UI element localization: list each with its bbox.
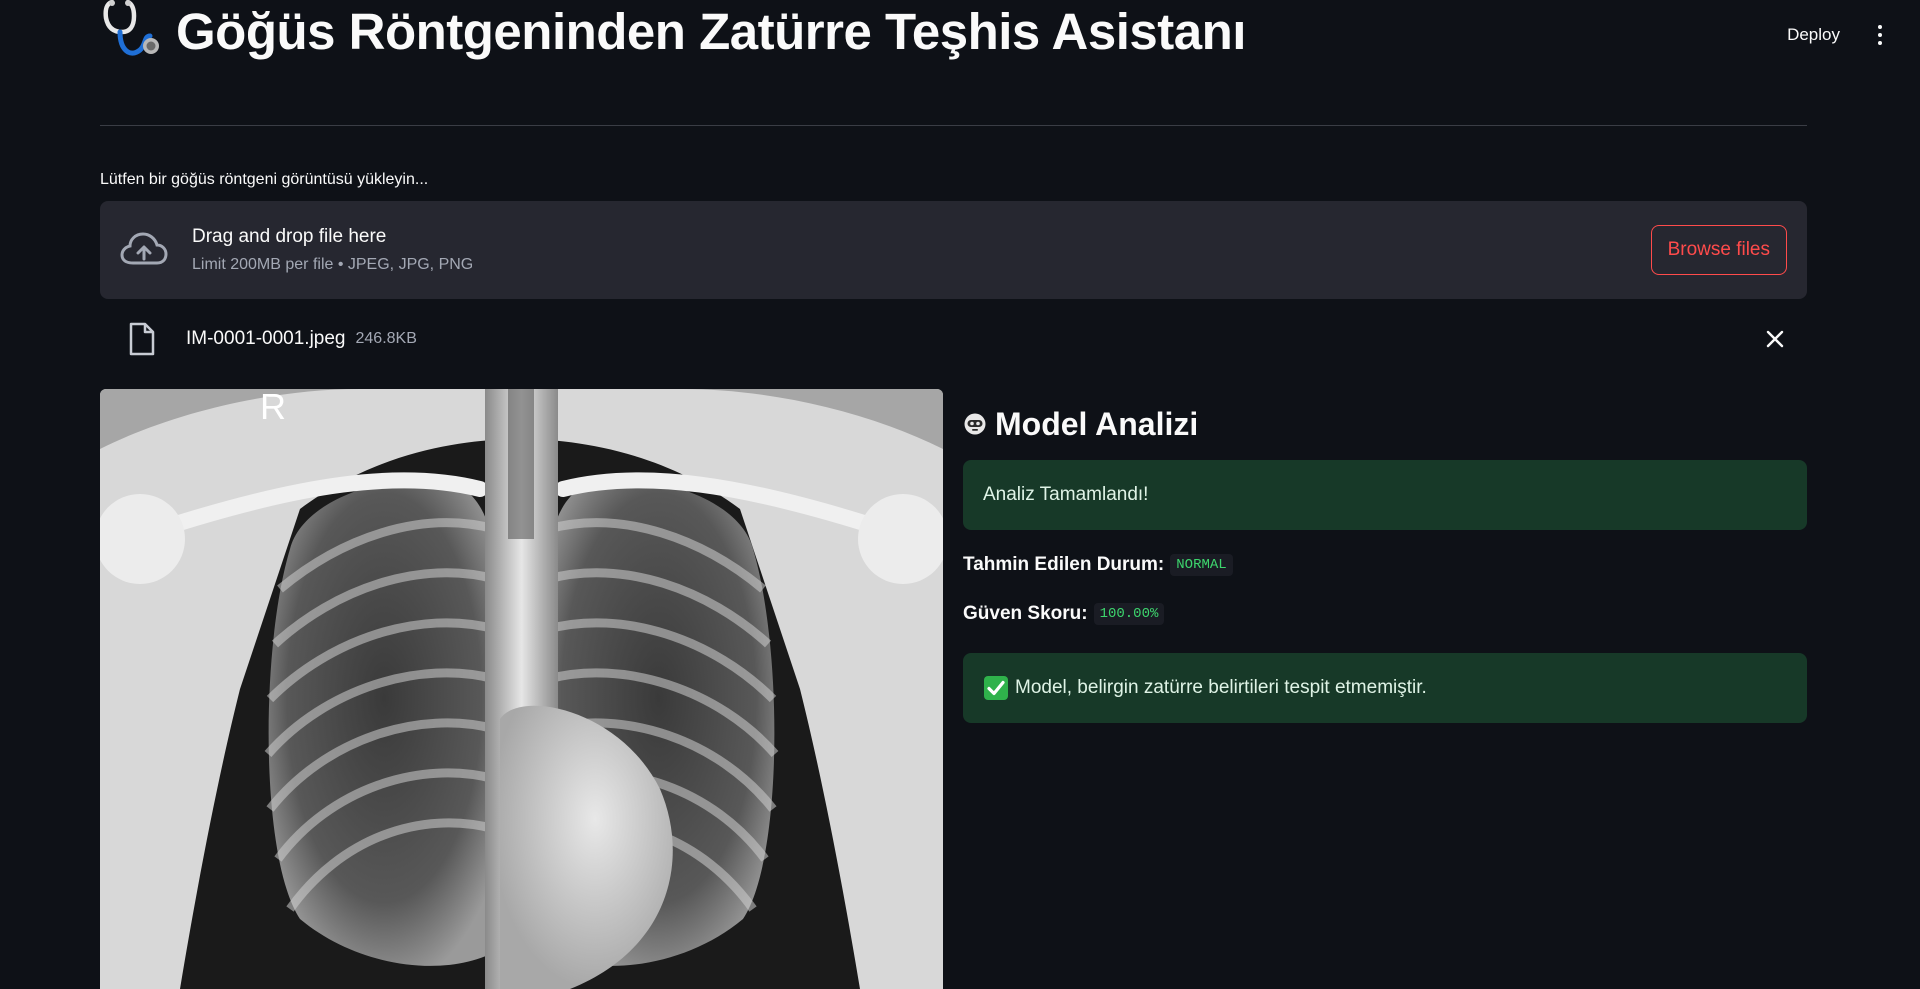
header-divider <box>100 125 1807 126</box>
result-message: Model, belirgin zatürre belirtileri tesp… <box>1015 677 1427 698</box>
main-content: Göğüs Röntgeninden Zatürre Teşhis Asista… <box>100 0 1807 989</box>
page-title: Göğüs Röntgeninden Zatürre Teşhis Asista… <box>176 3 1246 60</box>
file-icon <box>129 322 155 356</box>
xray-marker: R <box>260 389 286 427</box>
chest-xray-picture: R <box>100 389 943 989</box>
prediction-value: NORMAL <box>1170 554 1233 576</box>
vertical-dots-icon[interactable] <box>1870 20 1890 50</box>
stethoscope-icon <box>103 0 159 56</box>
page-header: Göğüs Röntgeninden Zatürre Teşhis Asista… <box>100 0 1807 64</box>
analysis-header: Model Analizi <box>963 403 1807 445</box>
file-name: IM-0001-0001.jpeg <box>186 328 346 349</box>
status-message: Analiz Tamamlandı! <box>983 484 1149 505</box>
confidence-value: 100.00% <box>1093 603 1165 625</box>
confidence-row: Güven Skoru: 100.00% <box>963 603 1807 625</box>
success-alert: Analiz Tamamlandı! <box>963 460 1807 530</box>
result-alert: Model, belirgin zatürre belirtileri tesp… <box>963 653 1807 723</box>
file-size: 246.8KB <box>355 330 417 347</box>
uploaded-file-row: IM-0001-0001.jpeg 246.8KB <box>100 299 1807 379</box>
dropzone-text: Drag and drop file here Limit 200MB per … <box>192 226 1651 274</box>
prediction-row: Tahmin Edilen Durum: NORMAL <box>963 554 1807 576</box>
dropzone-instructions: Drag and drop file here <box>192 226 387 247</box>
prediction-label: Tahmin Edilen Durum: <box>963 554 1165 575</box>
xray-image: R <box>100 389 943 989</box>
analysis-panel: Model Analizi Analiz Tamamlandı! Tahmin … <box>963 389 1807 989</box>
analysis-heading: Model Analizi <box>995 405 1199 442</box>
close-icon[interactable] <box>1763 327 1787 351</box>
robot-icon <box>964 413 986 435</box>
confidence-label: Güven Skoru: <box>963 603 1088 624</box>
uploader-label: Lütfen bir göğüs röntgeni görüntüsü yükl… <box>100 171 429 188</box>
file-dropzone[interactable]: Drag and drop file here Limit 200MB per … <box>100 201 1807 299</box>
check-mark-icon <box>984 676 1008 700</box>
cloud-upload-icon <box>120 232 168 265</box>
dropzone-limits: Limit 200MB per file • JPEG, JPG, PNG <box>192 256 474 273</box>
browse-files-button[interactable]: Browse files <box>1650 225 1787 275</box>
results-section: R Model Analizi Analiz Tamamlandı! Tahmi… <box>100 389 1807 989</box>
